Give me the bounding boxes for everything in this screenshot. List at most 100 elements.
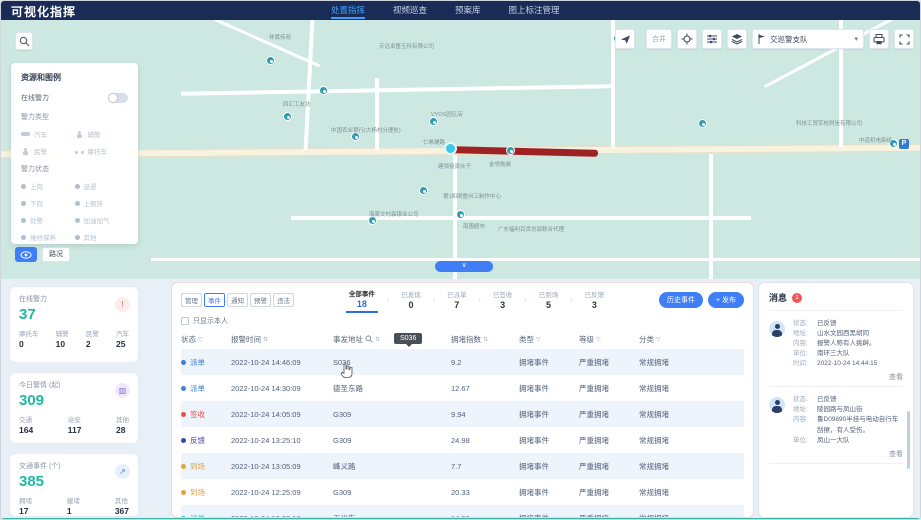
legend-status-item[interactable]: 维修保养: [21, 232, 75, 242]
pipeline-step-arrived[interactable]: 已到场5: [536, 289, 562, 312]
pipeline-step-feedback[interactable]: 已反馈3: [582, 289, 608, 312]
poi-marker[interactable]: [698, 119, 707, 128]
messages-scrollbar[interactable]: [907, 411, 910, 469]
poi-marker[interactable]: [429, 117, 438, 126]
poi-marker[interactable]: [266, 56, 275, 65]
visibility-toggle-button[interactable]: [15, 247, 37, 262]
search-icon[interactable]: [365, 335, 373, 343]
road: [151, 258, 921, 261]
legend-type-motorcycle[interactable]: 摩托车: [75, 146, 129, 156]
filter-icon[interactable]: ▽: [198, 336, 203, 343]
filter-icon[interactable]: ▽: [656, 336, 661, 343]
map-place-label: 天远卓整玉科有限公司: [379, 42, 434, 50]
map-place-label: VYOS园区店: [431, 110, 463, 118]
only-mine-checkbox[interactable]: [181, 317, 189, 325]
poi-marker[interactable]: [319, 86, 328, 95]
message-item[interactable]: 状态:已反馈 地址:陵园路与凤山街 内容:鲁D09890半挂与电动自行车刮擦，有…: [769, 387, 903, 463]
chip-violation[interactable]: 违法: [273, 293, 294, 307]
legend-status-item[interactable]: 其他: [75, 232, 129, 242]
view-link[interactable]: 查看: [793, 372, 903, 382]
locate-button[interactable]: [677, 29, 697, 49]
sort-icon[interactable]: ⇅: [483, 336, 488, 343]
table-row[interactable]: 到场 2022-10-24 12:25:09G30920.33 拥堵事件严重拥堵…: [181, 479, 744, 505]
send-button[interactable]: [615, 29, 635, 49]
legend-status-item[interactable]: 处警: [21, 215, 75, 225]
history-events-button[interactable]: 历史事件: [659, 292, 703, 308]
table-row[interactable]: 派单 2022-10-24 12:00:10五米街14.96 拥堵事件严重拥堵常…: [181, 505, 744, 518]
trend-arrow-icon: ↗: [115, 464, 130, 479]
tab-plan-library[interactable]: 预案库: [455, 1, 481, 20]
parking-icon[interactable]: P: [899, 139, 909, 149]
stat-value: 17: [19, 506, 32, 516]
card-value: 309: [19, 392, 129, 409]
person-icon: [75, 131, 84, 138]
congestion-start-point[interactable]: [444, 142, 457, 155]
status-dot-icon: [181, 464, 186, 469]
poi-marker[interactable]: [419, 186, 428, 195]
table-row[interactable]: 派单 2022-10-24 14:30:09德圣东路12.67 拥堵事件严重拥堵…: [181, 375, 744, 401]
merge-button[interactable]: 合并: [646, 29, 672, 49]
publish-button[interactable]: + 发布: [708, 292, 744, 308]
pipeline-arrow: ›: [479, 297, 481, 304]
only-mine-row: 只显示本人: [181, 313, 744, 329]
fullscreen-button[interactable]: [894, 29, 914, 49]
chevron-down-icon: ▾: [854, 35, 858, 43]
poi-marker[interactable]: [506, 146, 515, 155]
poi-marker[interactable]: [283, 112, 292, 121]
map-place-label: 祥黄传苑: [269, 33, 291, 41]
table-row[interactable]: 签收 2022-10-24 14:05:09G3099.94 拥堵事件严重拥堵常…: [181, 401, 744, 427]
map-search-button[interactable]: [15, 32, 33, 50]
legend-type-auxiliary[interactable]: 辅警: [75, 129, 129, 139]
map-place-label: 中国农业银行(大杨村分理处): [331, 126, 401, 134]
poi-marker[interactable]: [456, 210, 465, 219]
messages-title: 消息: [769, 291, 787, 304]
pipeline-step-dispatched[interactable]: 已派单7: [444, 289, 470, 312]
online-force-toggle[interactable]: [108, 93, 128, 103]
road-condition-button[interactable]: 路况: [42, 247, 70, 262]
map-place-label: 四汇工友坊: [283, 100, 311, 108]
table-row[interactable]: 到场 2022-10-24 13:05:09峰义路7.7 拥堵事件严重拥堵常规拥…: [181, 453, 744, 479]
pipeline-arrow: ›: [433, 297, 435, 304]
unit-dropdown[interactable]: 交巡警支队 ▾: [752, 29, 864, 49]
legend-status-item[interactable]: 巡逻: [75, 181, 129, 191]
stat-label: 其他: [116, 414, 129, 424]
status-dot-icon: [75, 235, 80, 240]
legend-type-car[interactable]: 汽车: [21, 129, 75, 139]
legend-status-item[interactable]: 上岗: [21, 181, 75, 191]
chip-warning[interactable]: 预警: [250, 293, 271, 307]
legend-status-item[interactable]: 下岗: [21, 198, 75, 208]
sort-icon[interactable]: ⇅: [375, 336, 380, 343]
print-button[interactable]: [869, 29, 889, 49]
pipeline-step-all[interactable]: 全部事件18: [346, 288, 378, 313]
message-item[interactable]: 状态:已反馈 地址:山水文园西黑胡同 内容:报警人称有人挑衅。 单位:南环三大队…: [769, 311, 903, 387]
force-status-section-label: 警力状态: [21, 164, 128, 174]
online-force-label: 在线警力: [21, 93, 49, 103]
map-canvas[interactable]: P 祥黄传苑 天远卓整玉科有限公司 四汇工友坊 VYOS园区店 中国农业银行(大…: [1, 20, 921, 279]
tab-dispatch-command[interactable]: 处置指挥: [331, 1, 365, 20]
officer-avatar: [769, 321, 785, 337]
filter-icon[interactable]: ▽: [596, 336, 601, 343]
legend-status-item[interactable]: 加油加气: [75, 215, 129, 225]
table-row[interactable]: 派单 2022-10-24 14:46:09S0369.2 拥堵事件严重拥堵常规…: [181, 349, 744, 375]
map-place-label: 金领拖装: [489, 160, 511, 168]
chip-notice[interactable]: 通知: [227, 293, 248, 307]
view-link[interactable]: 查看: [793, 449, 903, 459]
pipeline-step-found[interactable]: 已发现0: [398, 289, 424, 312]
legend-type-officer[interactable]: 民警: [21, 146, 75, 156]
panel-collapse-handle[interactable]: ∨: [435, 261, 493, 272]
tab-video-patrol[interactable]: 视频巡查: [393, 1, 427, 20]
status-dot-icon: [21, 218, 26, 223]
tab-map-annotation[interactable]: 图上标注管理: [509, 1, 560, 20]
layers-button[interactable]: [727, 29, 747, 49]
chip-event[interactable]: 事件: [204, 293, 225, 307]
sort-icon[interactable]: ⇅: [263, 336, 268, 343]
filter-icon[interactable]: ▽: [536, 336, 541, 343]
chip-manage[interactable]: 管理: [181, 293, 202, 307]
filter-settings-button[interactable]: [702, 29, 722, 49]
stat-label: 治安: [68, 414, 82, 424]
map-place-label: 中道机电染组: [859, 136, 892, 144]
pipeline-step-signed[interactable]: 已签收3: [490, 289, 516, 312]
chevron-down-icon: ∨: [461, 262, 466, 269]
legend-status-item[interactable]: 上厕所: [75, 198, 129, 208]
table-row[interactable]: 反馈 2022-10-24 13:25:10G30924.98 拥堵事件严重拥堵…: [181, 427, 744, 453]
